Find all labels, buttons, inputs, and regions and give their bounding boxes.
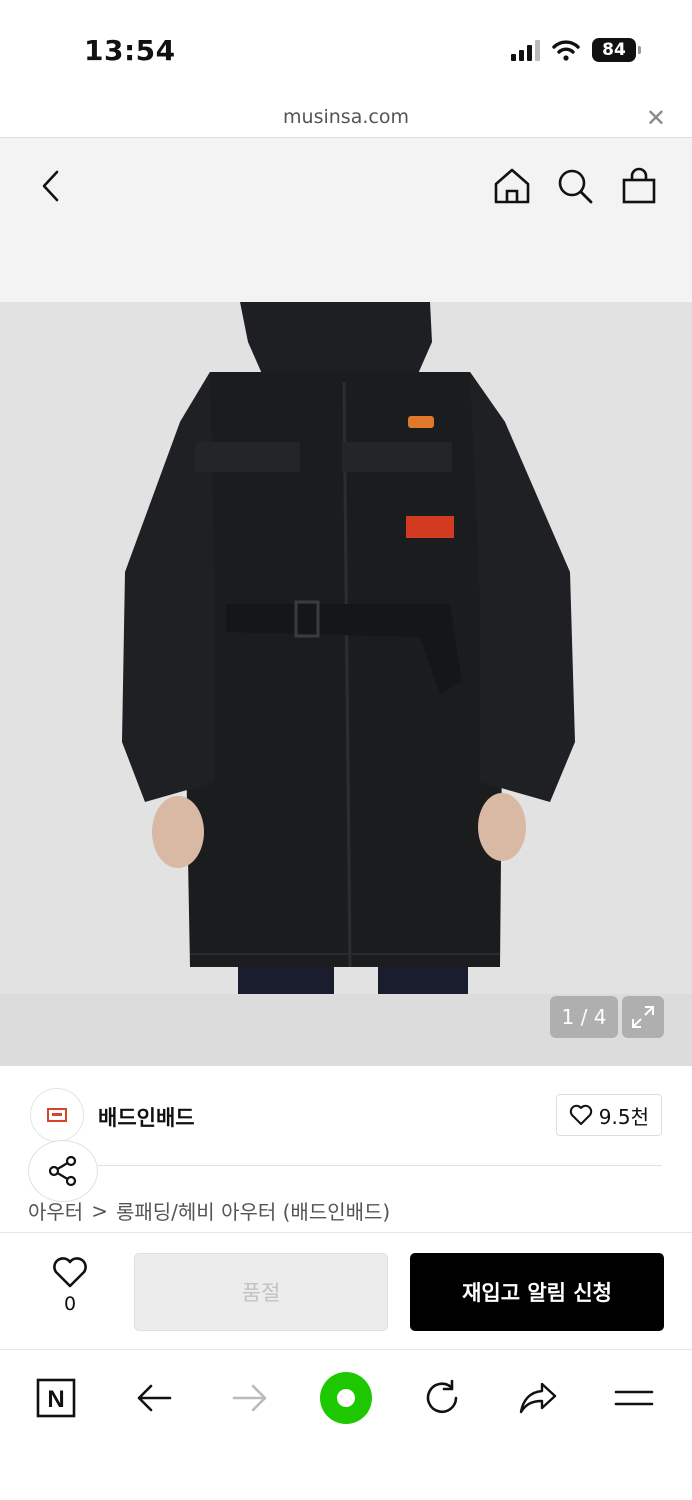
share-icon [48,1155,77,1187]
heart-icon [569,1104,592,1125]
green-dot-icon[interactable] [318,1370,374,1426]
menu-icon[interactable] [606,1370,662,1426]
brand-like-button[interactable]: 9.5천 [555,1094,662,1136]
breadcrumb: 아우터 > 롱패딩/헤비 아우터 (배드인배드) [28,1196,390,1225]
app-header [0,138,692,302]
back-arrow-icon[interactable] [126,1370,182,1426]
brand-name[interactable]: 배드인배드 [98,1102,195,1132]
battery-icon: 84 [592,38,641,62]
wishlist-count: 0 [63,1293,77,1315]
close-icon[interactable]: ✕ [646,104,666,132]
wifi-icon [552,40,580,61]
soldout-button: 품절 [134,1253,388,1331]
expand-icon[interactable] [622,996,664,1038]
naver-n-icon[interactable]: N [28,1370,84,1426]
battery-level: 84 [602,40,626,60]
home-icon[interactable] [490,164,534,208]
restock-alert-button[interactable]: 재입고 알림 신청 [410,1253,664,1331]
divider [98,1165,662,1166]
url-domain[interactable]: musinsa.com [0,106,692,128]
status-icons: 84 [511,38,641,62]
breadcrumb-separator: > [91,1198,108,1223]
forward-arrow-icon [222,1370,278,1426]
share-button[interactable] [28,1140,98,1202]
image-counter: 1 / 4 [550,996,618,1038]
url-bar[interactable]: musinsa.com ✕ [0,100,692,138]
browser-toolbar: N [0,1350,692,1500]
brand-row: 배드인배드 9.5천 [0,1066,692,1166]
refresh-icon[interactable] [414,1370,470,1426]
wishlist-button[interactable]: 0 [44,1257,96,1327]
share-arrow-icon[interactable] [510,1370,566,1426]
product-photo-coat [0,302,692,1066]
status-time: 13:54 [84,34,176,67]
signal-icon [511,39,540,61]
status-bar: 13:54 84 [0,0,692,100]
brand-logo[interactable] [30,1088,84,1142]
brand-like-count: 9.5천 [598,1104,649,1129]
shopping-bag-icon[interactable] [617,164,661,208]
svg-text:N: N [47,1386,64,1413]
breadcrumb-item-category[interactable]: 롱패딩/헤비 아우터 (배드인배드) [116,1196,390,1225]
back-chevron-icon[interactable] [28,164,72,208]
search-icon[interactable] [553,164,597,208]
heart-icon [53,1257,87,1288]
action-bar: 0 품절 재입고 알림 신청 [0,1232,692,1350]
product-image[interactable] [0,302,692,1066]
